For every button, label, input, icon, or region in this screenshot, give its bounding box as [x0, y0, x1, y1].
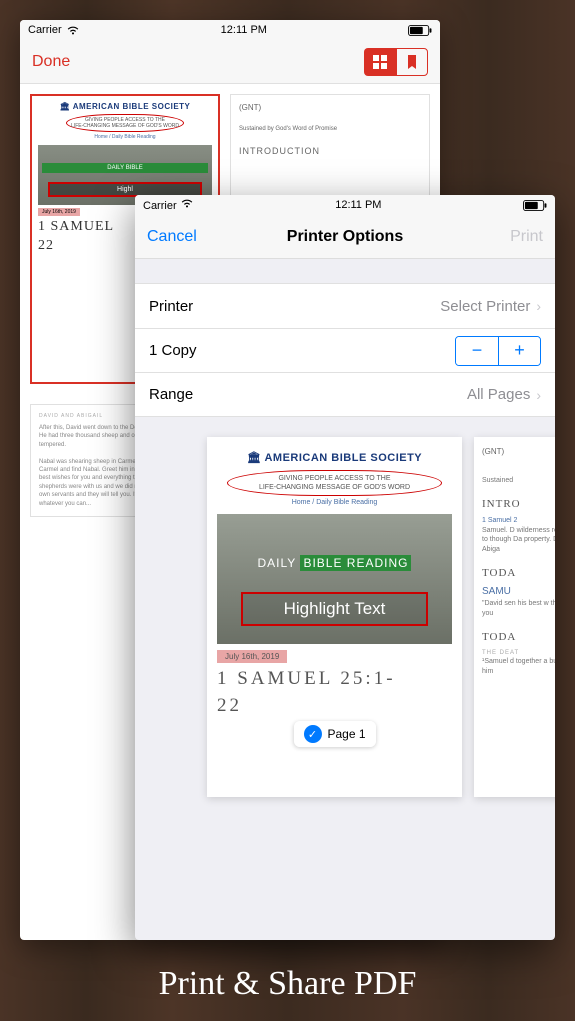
breadcrumb: Home / Daily Bible Reading — [217, 499, 452, 506]
marketing-caption: Print & Share PDF — [0, 965, 575, 1003]
copies-stepper: − + — [455, 336, 541, 366]
abs-logo-text: AMERICAN BIBLE SOCIETY — [264, 452, 422, 464]
highlight-box: Highlight Text — [241, 592, 428, 626]
battery-icon — [408, 25, 432, 36]
battery-icon — [523, 200, 547, 211]
date-pill: July 16th, 2019 — [217, 650, 287, 663]
wifi-icon — [66, 25, 80, 36]
status-bar-back: Carrier 12:11 PM — [20, 20, 440, 40]
preview-area: 🏛 AMERICAN BIBLE SOCIETY GIVING PEOPLE A… — [195, 417, 555, 817]
verse-ref-2: 22 — [217, 695, 452, 717]
page-title: Printer Options — [287, 228, 403, 246]
dbr-label: DAILY BIBLE — [42, 163, 208, 173]
hero-image: DAILY BIBLE READING Highlight Text — [217, 514, 452, 644]
range-row[interactable]: Range All Pages › — [135, 372, 555, 416]
page-label: Page 1 — [327, 727, 365, 741]
dbr-label: DAILY BIBLE READING — [223, 556, 446, 571]
bookmark-view-button[interactable] — [396, 48, 428, 76]
settings-group: Printer Select Printer › 1 Copy − + Range… — [135, 283, 555, 417]
tagline: GIVING PEOPLE ACCESS TO THELIFE-CHANGING… — [66, 114, 184, 132]
printer-label: Printer — [149, 298, 193, 315]
status-bar-front: Carrier 12:11 PM — [135, 195, 555, 215]
wifi-icon — [180, 198, 194, 209]
carrier-label: Carrier — [28, 24, 62, 36]
grid-view-button[interactable] — [364, 48, 396, 76]
grid-icon — [373, 55, 387, 69]
abs-logo-text: AMERICAN BIBLE SOCIETY — [73, 102, 191, 111]
time-label: 12:11 PM — [335, 199, 381, 211]
printer-value: Select Printer — [440, 298, 530, 315]
tagline-circle: GIVING PEOPLE ACCESS TO THELIFE-CHANGING… — [227, 470, 442, 496]
phone-front: Carrier 12:11 PM Cancel Printer Options … — [135, 195, 555, 940]
breadcrumb: Home / Daily Bible Reading — [38, 134, 212, 140]
check-icon: ✓ — [303, 725, 321, 743]
nav-bar-back: Done — [20, 40, 440, 84]
range-value: All Pages — [467, 386, 530, 403]
copies-label: 1 Copy — [149, 342, 197, 359]
preview-page-1[interactable]: 🏛 AMERICAN BIBLE SOCIETY GIVING PEOPLE A… — [207, 437, 462, 797]
range-label: Range — [149, 386, 193, 403]
stepper-minus[interactable]: − — [456, 337, 498, 365]
done-button[interactable]: Done — [32, 53, 70, 71]
copies-row: 1 Copy − + — [135, 328, 555, 372]
bookmark-icon — [407, 55, 417, 69]
print-button[interactable]: Print — [510, 228, 543, 246]
chevron-right-icon: › — [536, 298, 541, 314]
chevron-right-icon: › — [536, 387, 541, 403]
page-selector[interactable]: ✓ Page 1 — [293, 721, 375, 747]
time-label: 12:11 PM — [221, 24, 267, 36]
stepper-plus[interactable]: + — [498, 337, 540, 365]
nav-bar-front: Cancel Printer Options Print — [135, 215, 555, 259]
preview-page-2[interactable]: (GNT) Sustained INTRO 1 Samuel 2 Samuel.… — [474, 437, 555, 797]
cancel-button[interactable]: Cancel — [147, 228, 197, 246]
verse-ref-1: 1 SAMUEL 25:1- — [217, 668, 452, 690]
carrier-label: Carrier — [143, 200, 177, 212]
printer-row[interactable]: Printer Select Printer › — [135, 284, 555, 328]
date-pill: July 16th, 2019 — [38, 208, 80, 216]
